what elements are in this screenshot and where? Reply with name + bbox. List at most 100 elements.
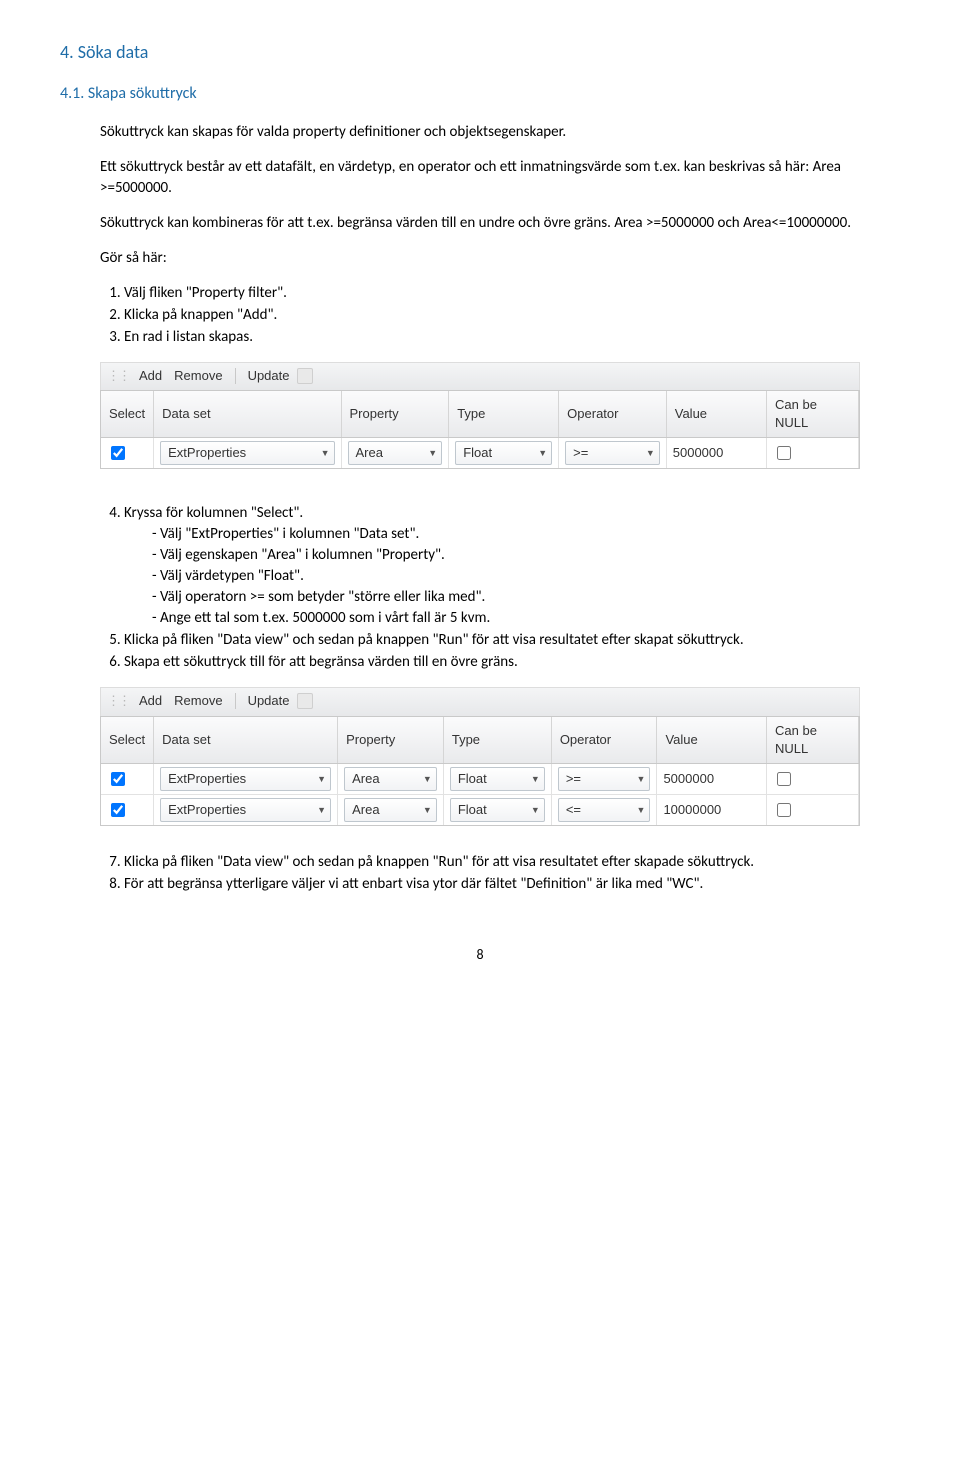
cannull-checkbox[interactable] xyxy=(777,446,791,460)
dropdown-value: Float xyxy=(458,770,487,788)
list-item: För att begränsa ytterligare väljer vi a… xyxy=(124,874,900,895)
property-dropdown[interactable]: Area ▼ xyxy=(344,798,437,822)
col-type: Type xyxy=(443,717,551,764)
list-item: En rad i listan skapas. xyxy=(124,327,900,348)
cannull-checkbox[interactable] xyxy=(777,772,791,786)
chevron-down-icon: ▼ xyxy=(631,804,646,817)
list-item: Skapa ett sökuttryck till för att begrän… xyxy=(124,652,900,673)
select-checkbox[interactable] xyxy=(111,803,125,817)
chevron-down-icon: ▼ xyxy=(311,773,326,786)
type-dropdown[interactable]: Float ▼ xyxy=(450,798,545,822)
toolbar-grip-icon: ⋮⋮ xyxy=(107,692,129,710)
dropdown-value: Float xyxy=(458,801,487,819)
property-dropdown[interactable]: Area ▼ xyxy=(348,441,443,465)
subsection-heading: 4.1. Skapa sökuttryck xyxy=(60,83,900,105)
col-value: Value xyxy=(666,391,766,438)
list-item: Klicka på fliken "Data view" och sedan p… xyxy=(124,852,900,873)
sub-item: - Ange ett tal som t.ex. 5000000 som i v… xyxy=(152,608,900,629)
chevron-down-icon: ▼ xyxy=(417,804,432,817)
col-property: Property xyxy=(341,391,449,438)
toolbar-divider xyxy=(235,368,236,384)
ordered-list: Välj fliken "Property filter". Klicka på… xyxy=(100,283,900,348)
dropdown-value: >= xyxy=(566,770,581,788)
paragraph: Sökuttryck kan skapas för valda property… xyxy=(100,122,900,143)
filter-grid-screenshot-1: ⋮⋮ Add Remove Update Select Data set Pro… xyxy=(100,362,860,470)
col-type: Type xyxy=(449,391,559,438)
toolbar-grip-icon: ⋮⋮ xyxy=(107,367,129,385)
page-number: 8 xyxy=(60,945,900,965)
col-cannull: Can be NULL xyxy=(767,391,859,438)
dropdown-value: ExtProperties xyxy=(168,444,246,462)
value-cell[interactable]: 10000000 xyxy=(657,795,767,826)
col-dataset: Data set xyxy=(154,391,341,438)
col-value: Value xyxy=(657,717,767,764)
chevron-down-icon: ▼ xyxy=(532,447,547,460)
list-text: Kryssa för kolumnen "Select". xyxy=(124,504,303,522)
select-checkbox[interactable] xyxy=(111,772,125,786)
dropdown-value: ExtProperties xyxy=(168,770,246,788)
list-item: Kryssa för kolumnen "Select". - Välj "Ex… xyxy=(124,503,900,629)
toolbar: ⋮⋮ Add Remove Update xyxy=(100,362,860,390)
sub-item: - Välj "ExtProperties" i kolumnen "Data … xyxy=(152,524,900,545)
dropdown-value: Area xyxy=(352,801,379,819)
dropdown-value: <= xyxy=(566,801,581,819)
dropdown-value: Area xyxy=(352,770,379,788)
add-button[interactable]: Add xyxy=(135,365,166,387)
type-dropdown[interactable]: Float ▼ xyxy=(455,441,552,465)
filter-table: Select Data set Property Type Operator V… xyxy=(101,717,859,826)
operator-dropdown[interactable]: <= ▼ xyxy=(558,798,651,822)
toolbar: ⋮⋮ Add Remove Update xyxy=(100,687,860,715)
col-property: Property xyxy=(338,717,444,764)
chevron-down-icon: ▼ xyxy=(422,447,437,460)
sub-item: - Välj operatorn >= som betyder "större … xyxy=(152,587,900,608)
col-operator: Operator xyxy=(559,391,667,438)
property-dropdown[interactable]: Area ▼ xyxy=(344,767,437,791)
select-checkbox[interactable] xyxy=(111,446,125,460)
chevron-down-icon: ▼ xyxy=(640,447,655,460)
table-row: ExtProperties ▼ Area ▼ Float ▼ <= ▼ 10000000 xyxy=(101,795,859,826)
chevron-down-icon: ▼ xyxy=(315,447,330,460)
update-button[interactable]: Update xyxy=(244,690,294,712)
paragraph: Ett sökuttryck består av ett datafält, e… xyxy=(100,157,900,199)
col-operator: Operator xyxy=(551,717,657,764)
filter-grid-screenshot-2: ⋮⋮ Add Remove Update Select Data set Pro… xyxy=(100,687,860,826)
operator-dropdown[interactable]: >= ▼ xyxy=(565,441,660,465)
list-item: Välj fliken "Property filter". xyxy=(124,283,900,304)
sub-item: - Välj egenskapen "Area" i kolumnen "Pro… xyxy=(152,545,900,566)
dataset-dropdown[interactable]: ExtProperties ▼ xyxy=(160,767,331,791)
cannull-checkbox[interactable] xyxy=(777,803,791,817)
add-button[interactable]: Add xyxy=(135,690,166,712)
filter-table: Select Data set Property Type Operator V… xyxy=(101,391,859,469)
toolbar-divider xyxy=(235,693,236,709)
type-dropdown[interactable]: Float▼ xyxy=(450,767,545,791)
section-heading: 4. Söka data xyxy=(60,40,900,65)
sub-item: - Välj värdetypen "Float". xyxy=(152,566,900,587)
value-cell[interactable]: 5000000 xyxy=(657,763,767,794)
value-cell[interactable]: 5000000 xyxy=(666,438,766,469)
ordered-list: Kryssa för kolumnen "Select". - Välj "Ex… xyxy=(100,503,900,673)
table-row: ExtProperties ▼ Area ▼ Float▼ >= ▼ 5000000 xyxy=(101,763,859,794)
dropdown-value: Float xyxy=(463,444,492,462)
dataset-dropdown[interactable]: ExtProperties ▼ xyxy=(160,441,334,465)
update-button[interactable]: Update xyxy=(244,365,294,387)
remove-button[interactable]: Remove xyxy=(170,365,226,387)
disabled-tool-icon xyxy=(297,368,313,384)
paragraph: Sökuttryck kan kombineras för att t.ex. … xyxy=(100,213,900,234)
col-dataset: Data set xyxy=(154,717,338,764)
paragraph: Gör så här: xyxy=(100,248,900,269)
chevron-down-icon: ▼ xyxy=(311,804,326,817)
dropdown-value: Area xyxy=(356,444,383,462)
chevron-down-icon: ▼ xyxy=(525,804,540,817)
table-row: ExtProperties ▼ Area ▼ Float ▼ >= ▼ 5000000 xyxy=(101,438,859,469)
list-item: Klicka på fliken "Data view" och sedan p… xyxy=(124,630,900,651)
chevron-down-icon: ▼ xyxy=(417,773,432,786)
dropdown-value: >= xyxy=(573,444,588,462)
dropdown-value: ExtProperties xyxy=(168,801,246,819)
chevron-down-icon: ▼ xyxy=(631,773,646,786)
remove-button[interactable]: Remove xyxy=(170,690,226,712)
ordered-list: Klicka på fliken "Data view" och sedan p… xyxy=(100,852,900,895)
col-select: Select xyxy=(101,717,154,764)
dataset-dropdown[interactable]: ExtProperties ▼ xyxy=(160,798,331,822)
operator-dropdown[interactable]: >= ▼ xyxy=(558,767,651,791)
list-item: Klicka på knappen "Add". xyxy=(124,305,900,326)
